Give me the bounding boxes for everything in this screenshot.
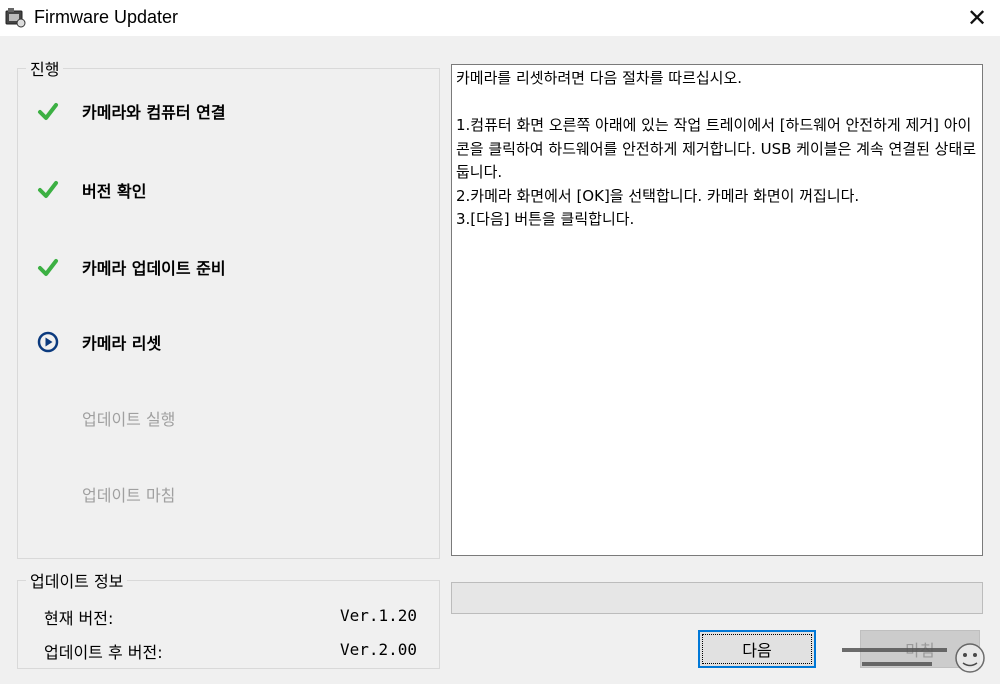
progress-group <box>17 68 440 559</box>
step-connect: 카메라와 컴퓨터 연결 <box>82 103 226 122</box>
checkmark-icon <box>38 103 58 120</box>
step-run-update: 업데이트 실행 <box>82 410 176 429</box>
step-version-check: 버전 확인 <box>82 182 147 201</box>
next-button[interactable]: 다음 <box>698 630 816 668</box>
app-icon <box>5 8 26 28</box>
instructions-textbox[interactable]: 카메라를 리셋하려면 다음 절차를 따르십시오. 1.컴퓨터 화면 오른쪽 아래… <box>451 64 983 556</box>
checkmark-icon <box>38 181 58 198</box>
close-icon: ✕ <box>966 4 988 32</box>
close-button[interactable]: ✕ <box>954 0 1000 36</box>
next-button-label: 다음 <box>742 641 772 660</box>
update-info-group-label: 업데이트 정보 <box>26 568 128 592</box>
watermark-logo <box>842 643 985 673</box>
step-finish-update: 업데이트 마침 <box>82 486 176 505</box>
current-version-value: Ver.1.20 <box>340 606 418 625</box>
update-progress-bar <box>451 582 983 614</box>
title-bar: Firmware Updater ✕ <box>0 0 1000 36</box>
after-version-label: 업데이트 후 버전: <box>44 643 163 662</box>
progress-group-label: 진행 <box>26 56 64 80</box>
window-title: Firmware Updater <box>34 7 179 27</box>
current-version-label: 현재 버전: <box>44 609 114 628</box>
after-version-value: Ver.2.00 <box>340 640 418 659</box>
step-camera-reset: 카메라 리셋 <box>82 334 162 353</box>
step-prepare: 카메라 업데이트 준비 <box>82 259 226 278</box>
checkmark-icon <box>38 259 58 276</box>
play-circle-icon <box>37 331 59 353</box>
